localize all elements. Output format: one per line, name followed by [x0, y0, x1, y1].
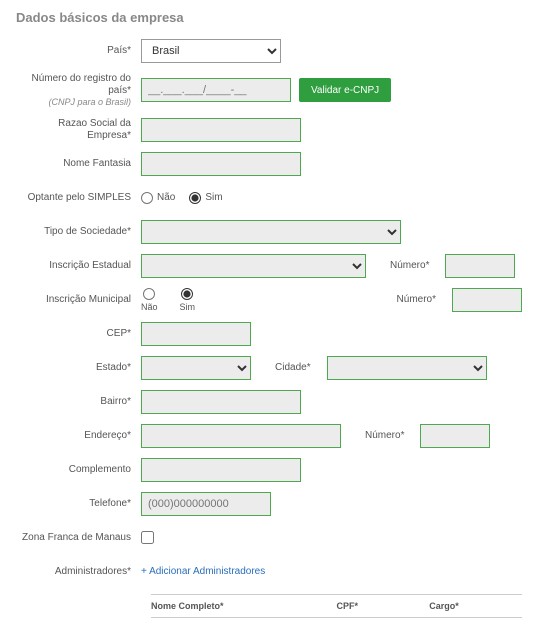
numero-ie-input[interactable]: [445, 254, 515, 278]
tipo-sociedade-select[interactable]: [141, 220, 401, 244]
numero-im-input[interactable]: [452, 288, 522, 312]
numero-endereco-input[interactable]: [420, 424, 490, 448]
bairro-input[interactable]: [141, 390, 301, 414]
label-pais: País*: [16, 45, 141, 57]
label-razao-social: Razao Social da Empresa*: [16, 118, 141, 142]
validar-cnpj-button[interactable]: Validar e-CNPJ: [299, 78, 391, 102]
label-zona-franca: Zona Franca de Manaus: [16, 532, 141, 544]
label-administradores: Administradores*: [16, 566, 141, 578]
optante-simples-radios: Não Sim: [141, 192, 223, 204]
th-nome: Nome Completo*: [151, 601, 337, 611]
complemento-input[interactable]: [141, 458, 301, 482]
radio-im-sim[interactable]: [181, 288, 193, 300]
label-estado: Estado*: [16, 362, 141, 374]
radio-sim[interactable]: [189, 192, 201, 204]
cidade-select[interactable]: [327, 356, 487, 380]
label-bairro: Bairro*: [16, 396, 141, 408]
optante-sim[interactable]: Sim: [189, 192, 222, 204]
label-telefone: Telefone*: [16, 498, 141, 510]
estado-select[interactable]: [141, 356, 251, 380]
pais-select[interactable]: Brasil: [141, 39, 281, 63]
label-complemento: Complemento: [16, 464, 141, 476]
registro-input[interactable]: [141, 78, 291, 102]
im-sim[interactable]: Sim: [180, 288, 196, 312]
im-nao[interactable]: Não: [141, 288, 158, 312]
zona-franca-checkbox[interactable]: [141, 531, 154, 544]
inscricao-estadual-select[interactable]: [141, 254, 366, 278]
admin-table-header: Nome Completo* CPF* Cargo*: [151, 594, 522, 618]
razao-social-input[interactable]: [141, 118, 301, 142]
cep-input[interactable]: [141, 322, 251, 346]
radio-im-nao[interactable]: [143, 288, 155, 300]
label-inscricao-estadual: Inscrição Estadual: [16, 260, 141, 272]
label-numero-end: Número*: [349, 430, 412, 441]
label-numero-registro: Número do registro do país* (CNPJ para o…: [16, 73, 141, 108]
label-cep: CEP*: [16, 328, 141, 340]
th-cpf: CPF*: [337, 601, 430, 611]
label-cidade: Cidade*: [259, 362, 319, 373]
endereco-input[interactable]: [141, 424, 341, 448]
label-optante-simples: Optante pelo SIMPLES: [16, 192, 141, 204]
telefone-input[interactable]: [141, 492, 271, 516]
nome-fantasia-input[interactable]: [141, 152, 301, 176]
label-endereco: Endereço*: [16, 430, 141, 442]
label-tipo-sociedade: Tipo de Sociedade*: [16, 226, 141, 238]
section-title: Dados básicos da empresa: [16, 10, 522, 25]
add-admin-link[interactable]: + Adicionar Administradores: [141, 566, 265, 577]
th-cargo: Cargo*: [429, 601, 522, 611]
label-nome-fantasia: Nome Fantasia: [16, 158, 141, 170]
inscricao-municipal-radios: Não Sim: [141, 288, 195, 312]
label-inscricao-municipal: Inscrição Municipal: [16, 294, 141, 306]
radio-nao[interactable]: [141, 192, 153, 204]
optante-nao[interactable]: Não: [141, 192, 175, 204]
label-numero-im: Número*: [381, 294, 444, 305]
label-numero-ie: Número*: [374, 260, 437, 271]
